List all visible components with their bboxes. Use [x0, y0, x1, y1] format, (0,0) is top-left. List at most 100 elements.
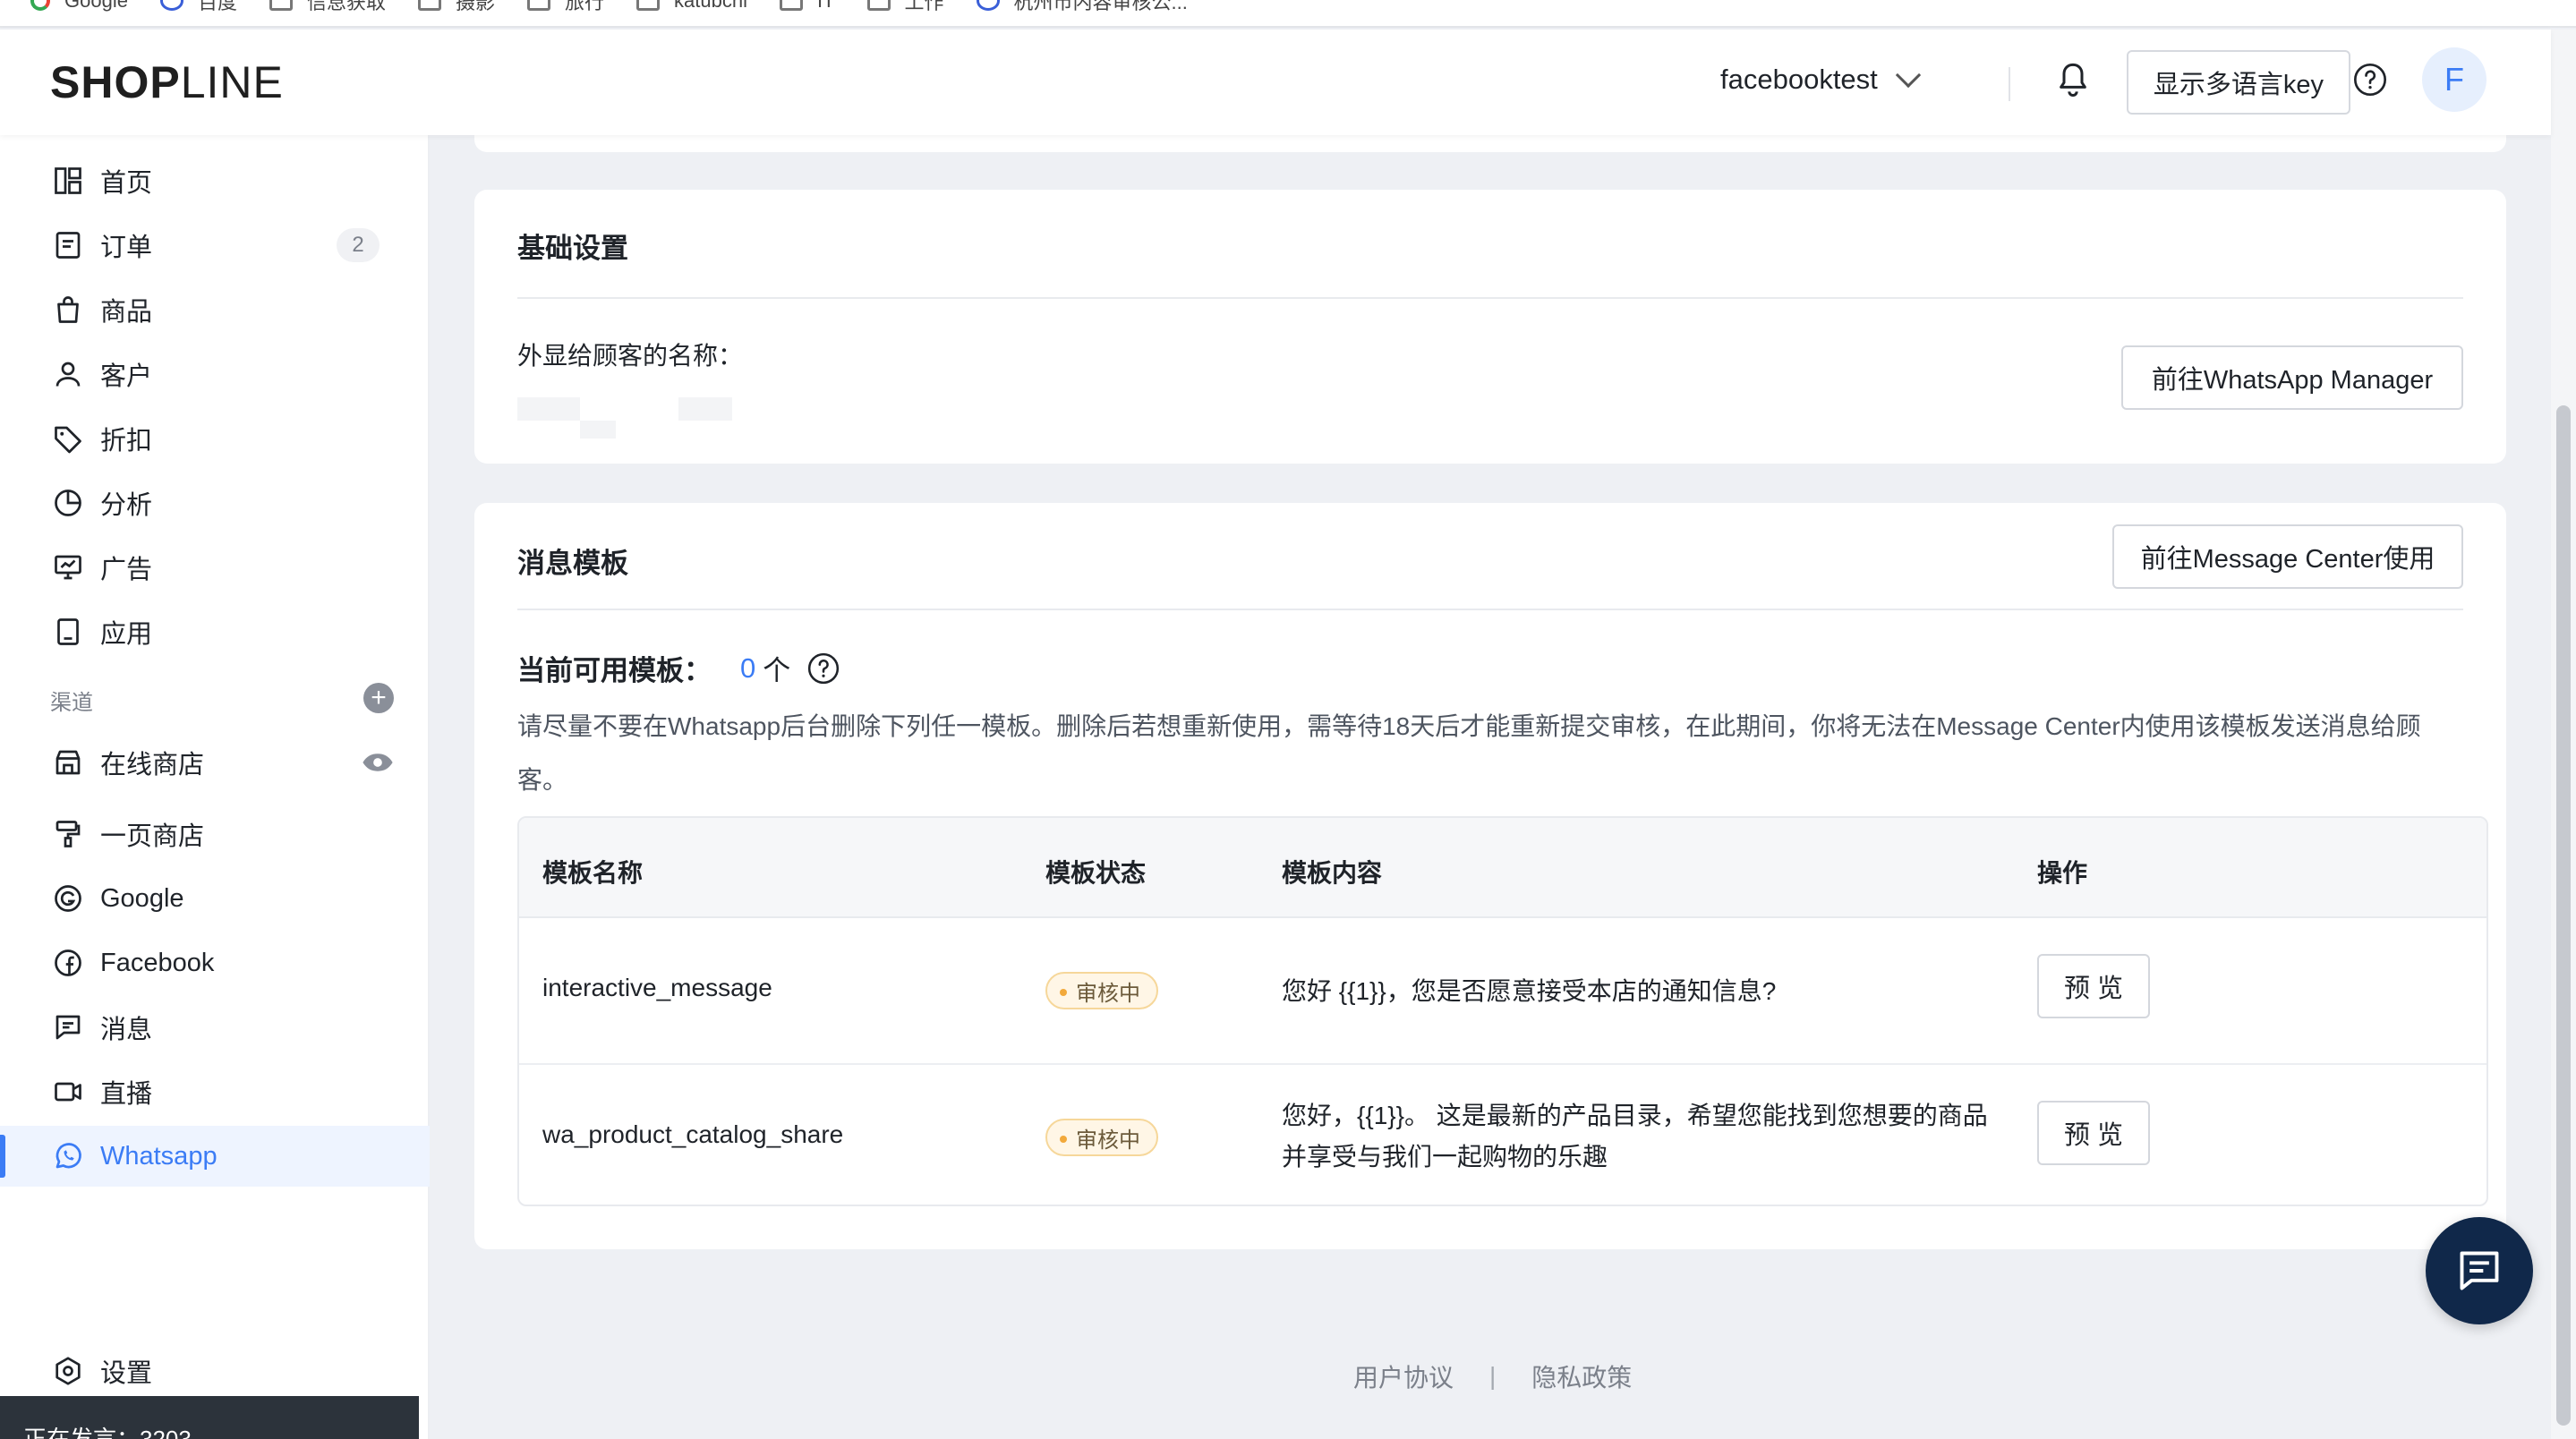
sidebar-item-label: 在线商店 [100, 751, 205, 779]
user-icon [55, 362, 81, 387]
sidebar-item-live[interactable]: 直播 [0, 1061, 430, 1122]
terms-link[interactable]: 用户协议 [1353, 1358, 1454, 1394]
store-name: facebooktest [1720, 64, 1878, 95]
sidebar-item-label: Google [100, 883, 184, 913]
bookmark-label: 摄影 [455, 0, 495, 13]
column-header: 模板状态 [1045, 859, 1147, 887]
show-language-key-button[interactable]: 显示多语言key [2127, 50, 2350, 115]
sidebar-item-ads[interactable]: 广告 [0, 537, 430, 598]
folder-icon [779, 0, 803, 11]
sidebar-item-customers[interactable]: 客户 [0, 344, 430, 404]
store-icon [55, 750, 81, 775]
add-channel-button[interactable]: + [363, 683, 394, 713]
folder-icon [636, 0, 661, 11]
sidebar-item-label: 首页 [100, 169, 153, 198]
sidebar-item-analytics[interactable]: 分析 [0, 473, 430, 533]
sidebar: 首页 订单 2 商品 客户 折扣 分析 广告 应用 渠道 + 在线商店 一页商店 [0, 135, 430, 1439]
page-scrollbar[interactable] [2551, 30, 2576, 1439]
eye-icon[interactable] [362, 746, 394, 779]
sidebar-item-settings[interactable]: 设置 [0, 1341, 430, 1401]
card-divider [517, 609, 2463, 610]
sidebar-item-label: 设置 [100, 1359, 153, 1388]
sidebar-item-whatsapp[interactable]: Whatsapp [0, 1126, 430, 1187]
google-icon [55, 885, 81, 912]
card-divider [517, 297, 2463, 299]
card-title: 基础设置 [517, 233, 628, 264]
bookmark-folder[interactable]: 旅行 [527, 0, 604, 13]
sidebar-item-discounts[interactable]: 折扣 [0, 408, 430, 469]
sidebar-item-label: Facebook [100, 948, 215, 977]
display-name-label: 外显给顾客的名称： [517, 342, 744, 370]
status-bar: 正在发言：3203 [0, 1396, 419, 1439]
whatsapp-icon [55, 1143, 81, 1169]
bookmark-label: 旅行 [565, 0, 605, 13]
footer-links: 用户协议 | 隐私政策 [1353, 1358, 1632, 1394]
bookmark-label: Google [64, 0, 128, 12]
video-icon [55, 1082, 81, 1102]
sidebar-item-messages[interactable]: 消息 [0, 997, 430, 1058]
column-header: 模板内容 [1282, 859, 1383, 887]
preview-button[interactable]: 预 览 [2037, 1101, 2150, 1165]
preview-button[interactable]: 预 览 [2037, 954, 2150, 1018]
sidebar-item-home[interactable]: 首页 [0, 150, 430, 211]
table-row: wa_product_catalog_share 审核中 您好，{{1}}。 这… [519, 1063, 2486, 1205]
sidebar-item-apps[interactable]: 应用 [0, 601, 430, 662]
bookmark-folder[interactable]: 信息获取 [269, 0, 386, 13]
sidebar-item-label: 消息 [100, 1016, 153, 1044]
sidebar-item-google[interactable]: Google [0, 868, 430, 929]
bookmark-folder[interactable]: katubchi [636, 0, 747, 12]
gear-icon [55, 1357, 81, 1385]
bookmark-label: IT [816, 0, 835, 12]
sidebar-item-online-store[interactable]: 在线商店 [0, 732, 430, 793]
column-header: 模板名称 [542, 859, 644, 887]
template-content: 您好，{{1}}。 这是最新的产品目录，希望您能找到您想要的商品并享受与我们一起… [1282, 1102, 1988, 1171]
bookmark-folder[interactable]: 摄影 [417, 0, 495, 13]
column-header: 操作 [2037, 859, 2088, 887]
help-icon[interactable] [2352, 62, 2388, 98]
templates-table: 模板名称 模板状态 模板内容 操作 interactive_message 审核… [517, 816, 2488, 1206]
card-title: 消息模板 [517, 548, 628, 579]
order-icon [55, 232, 81, 259]
scrollbar-thumb[interactable] [2556, 405, 2571, 1426]
message-center-button[interactable]: 前往Message Center使用 [2112, 524, 2463, 589]
sidebar-item-label: 广告 [100, 556, 153, 584]
logo-bold-text: SHOP [50, 57, 181, 107]
store-switcher[interactable]: facebooktest [1720, 62, 1921, 96]
logo-light-text: LINE [180, 57, 284, 107]
chat-button[interactable] [2426, 1217, 2533, 1324]
sidebar-item-one-page-store[interactable]: 一页商店 [0, 804, 430, 864]
folder-icon [417, 0, 441, 11]
avatar[interactable]: F [2422, 47, 2486, 112]
bookmark-label: 信息获取 [306, 0, 386, 13]
sidebar-item-label: 折扣 [100, 427, 153, 456]
template-content: 您好 {{1}}，您是否愿意接受本店的通知信息? [1282, 977, 1777, 1005]
bookmark-google[interactable]: Google [30, 0, 128, 12]
sidebar-item-facebook[interactable]: Facebook [0, 932, 430, 993]
shopline-logo[interactable]: SHOPLINE [50, 56, 284, 108]
whatsapp-manager-button[interactable]: 前往WhatsApp Manager [2121, 345, 2463, 410]
folder-icon [866, 0, 891, 11]
bookmark-label: 杭州市内容审核公... [1013, 0, 1188, 13]
bookmark-link[interactable]: 杭州市内容审核公... [976, 0, 1188, 13]
sidebar-item-orders[interactable]: 订单 2 [0, 215, 430, 276]
monitor-icon [55, 555, 81, 580]
paint-roller-icon [55, 821, 81, 847]
template-name: wa_product_catalog_share [542, 1120, 844, 1148]
folder-icon [269, 0, 293, 11]
sidebar-item-label: 客户 [100, 362, 153, 391]
chevron-down-icon [1895, 62, 1921, 89]
bell-icon[interactable] [2055, 60, 2091, 99]
sidebar-item-label: 直播 [100, 1080, 153, 1109]
bookmark-label: 工作 [904, 0, 944, 13]
status-badge: 审核中 [1045, 972, 1158, 1009]
sidebar-item-products[interactable]: 商品 [0, 279, 430, 340]
folder-icon [527, 0, 550, 11]
privacy-link[interactable]: 隐私政策 [1531, 1358, 1632, 1394]
help-icon[interactable] [806, 651, 840, 685]
bookmark-folder[interactable]: 工作 [866, 0, 944, 13]
bookmark-folder[interactable]: IT [779, 0, 835, 12]
bookmark-baidu[interactable]: 百度 [159, 0, 237, 13]
footer-separator: | [1489, 1362, 1497, 1390]
bookmark-label: 百度 [197, 0, 237, 13]
message-icon [55, 1015, 81, 1040]
